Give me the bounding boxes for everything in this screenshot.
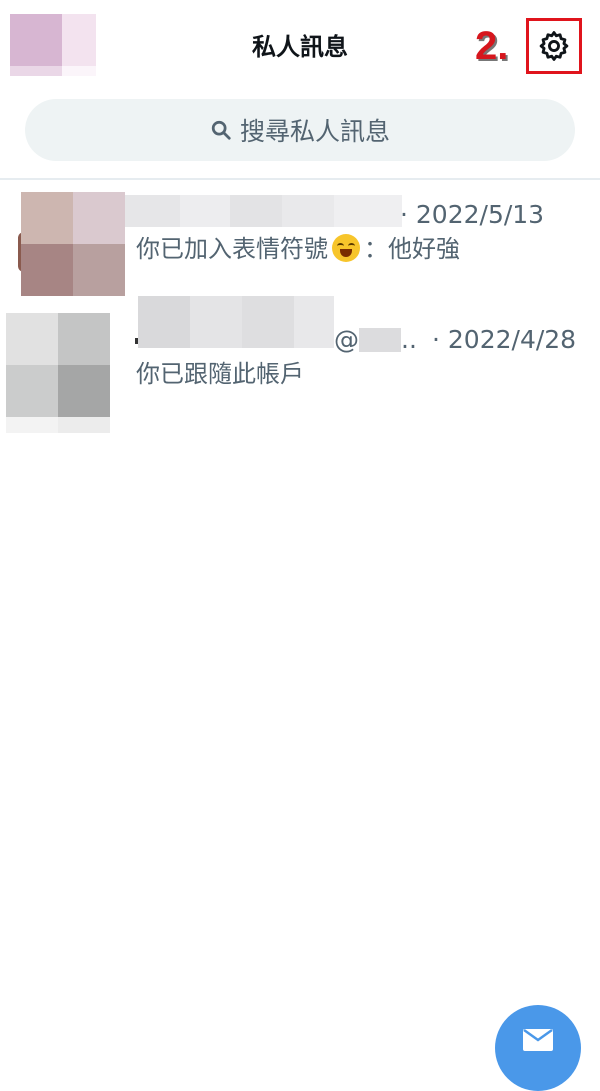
search-placeholder: 搜尋私人訊息 — [239, 117, 390, 146]
message-date: · 2022/4/28 — [432, 325, 577, 354]
conversation-item[interactable]: @.. · 2022/4/28 你已跟隨此帳戶 — [0, 296, 600, 438]
avatar — [6, 313, 58, 365]
new-message-button[interactable] — [495, 1005, 581, 1091]
conversation-item[interactable]: · 2022/5/13 你已加入表情符號 ：他好強 — [0, 180, 600, 298]
step-annotation: 2. — [475, 24, 509, 68]
settings-button[interactable] — [526, 18, 582, 74]
face-with-tears-of-joy-icon — [332, 234, 360, 262]
user-handle: @.. — [334, 325, 417, 354]
display-name — [125, 195, 180, 227]
page-title: 私人訊息 — [252, 33, 348, 61]
message-preview: 你已加入表情符號 ：他好強 — [136, 234, 460, 263]
gear-icon — [539, 31, 569, 61]
display-name — [138, 296, 190, 348]
message-date: · 2022/5/13 — [400, 200, 545, 229]
message-preview: 你已跟隨此帳戶 — [136, 360, 304, 388]
search-input[interactable]: 搜尋私人訊息 — [25, 99, 575, 161]
new-message-icon — [523, 1028, 553, 1051]
search-icon — [211, 120, 231, 140]
